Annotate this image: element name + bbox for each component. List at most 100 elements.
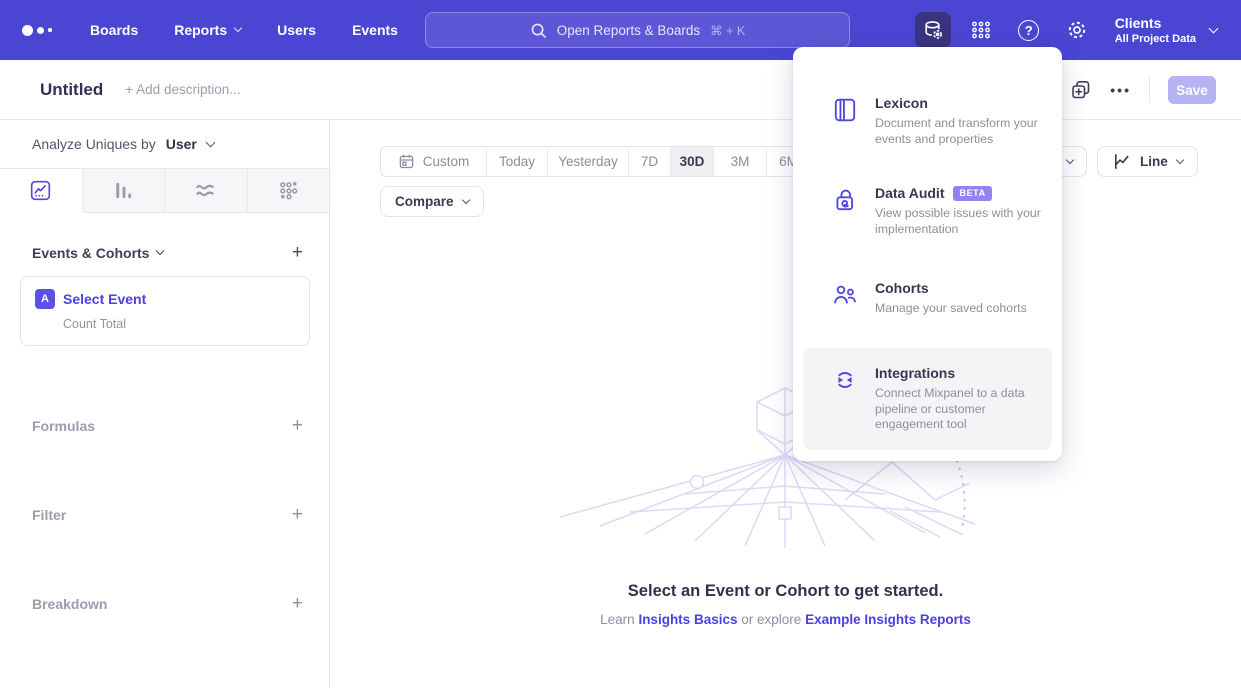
nav-item-users[interactable]: Users [277, 22, 316, 38]
segment-label: 3M [731, 154, 750, 169]
menu-item-lexicon[interactable]: Lexicon Document and transform your even… [803, 85, 1052, 157]
menu-item-title: Cohorts [875, 280, 929, 296]
compare-label: Compare [395, 194, 454, 209]
menu-item-title: Lexicon [875, 95, 928, 111]
nav-item-label: Users [277, 22, 316, 38]
nav-item-events[interactable]: Events [352, 22, 398, 38]
segment-yesterday[interactable]: Yesterday [547, 147, 628, 176]
header-divider [1149, 77, 1150, 103]
dot-grid-tab-icon [277, 179, 300, 202]
add-description-field[interactable]: + Add description... [125, 82, 240, 97]
section-label: Breakdown [32, 596, 107, 612]
data-audit-icon [832, 187, 858, 213]
report-header-actions: ••• Save [1070, 60, 1216, 120]
data-tools-dropdown-panel: Lexicon Document and transform your even… [793, 47, 1062, 461]
tab-insights-line[interactable] [0, 169, 83, 213]
app-root: Boards Reports Users Events Open Reports… [0, 0, 1241, 688]
formulas-section: Formulas + [0, 416, 329, 435]
menu-item-integrations[interactable]: Integrations Connect Mixpanel to a data … [803, 348, 1052, 450]
example-reports-link[interactable]: Example Insights Reports [805, 612, 971, 627]
beta-badge: BETA [953, 186, 991, 201]
insights-basics-link[interactable]: Insights Basics [638, 612, 737, 627]
chevron-down-icon [156, 246, 164, 254]
line-chart-tab-icon [29, 179, 52, 202]
bar-chart-tab-icon [112, 179, 135, 202]
menu-item-data-audit[interactable]: Data Audit BETA View possible issues wit… [803, 175, 1052, 247]
project-scope: All Project Data [1115, 32, 1196, 46]
event-row-card[interactable]: A Select Event Count Total [20, 276, 310, 346]
save-button[interactable]: Save [1168, 76, 1216, 104]
menu-item-description: View possible issues with your implement… [875, 206, 1065, 237]
segment-custom[interactable]: Custom [381, 147, 486, 176]
lexicon-book-icon [832, 97, 858, 123]
analyze-label: Analyze Uniques by [32, 136, 156, 152]
menu-item-description: Document and transform your events and p… [875, 116, 1047, 147]
menu-item-title: Data Audit [875, 185, 944, 201]
mixpanel-logo-icon[interactable] [22, 25, 68, 36]
data-management-button[interactable] [915, 12, 951, 48]
event-measure-dropdown[interactable]: Count Total [63, 317, 295, 331]
tab-bar-chart[interactable] [83, 169, 166, 213]
chevron-down-icon [234, 24, 242, 32]
apps-grid-icon [969, 18, 993, 42]
breakdown-section: Breakdown + [0, 594, 329, 613]
add-event-button[interactable]: + [292, 243, 303, 262]
search-placeholder: Open Reports & Boards [557, 23, 700, 38]
project-selector[interactable]: Clients All Project Data [1115, 15, 1217, 46]
help-button[interactable]: ? [1011, 12, 1047, 48]
chevron-down-icon [1209, 23, 1219, 33]
settings-button[interactable] [1059, 12, 1095, 48]
chevron-down-icon [461, 195, 469, 203]
menu-item-description: Manage your saved cohorts [875, 301, 1065, 317]
gear-icon [1065, 18, 1089, 42]
search-icon [530, 22, 547, 39]
explore-text: or explore [741, 612, 801, 627]
menu-item-description: Connect Mixpanel to a data pipeline or c… [875, 386, 1047, 433]
tab-flow-chart[interactable] [165, 169, 248, 213]
help-icon: ? [1018, 20, 1039, 41]
report-title[interactable]: Untitled [40, 80, 103, 100]
chart-type-label: Line [1140, 154, 1168, 169]
menu-item-cohorts[interactable]: Cohorts Manage your saved cohorts [803, 270, 1052, 327]
primary-nav: Boards Reports Users Events [90, 22, 398, 38]
filter-section: Filter + [0, 505, 329, 524]
search-shortcut: ⌘ + K [710, 23, 745, 38]
help-glyph: ? [1025, 23, 1033, 38]
segment-label: Custom [423, 154, 470, 169]
menu-item-title: Integrations [875, 365, 955, 381]
nav-item-reports[interactable]: Reports [174, 22, 241, 38]
database-gear-icon [921, 18, 945, 42]
add-filter-button[interactable]: + [292, 505, 303, 524]
more-options-button[interactable]: ••• [1110, 82, 1131, 98]
project-name: Clients [1115, 15, 1196, 32]
events-cohorts-header[interactable]: Events & Cohorts [32, 245, 163, 261]
global-search-input[interactable]: Open Reports & Boards ⌘ + K [425, 12, 850, 48]
chart-type-button[interactable]: Line [1097, 146, 1198, 177]
tab-retention-grid[interactable] [248, 169, 330, 213]
date-range-segmented-control: Custom Today Yesterday 7D 30D 3M 6M [380, 146, 811, 177]
add-formula-button[interactable]: + [292, 416, 303, 435]
chevron-down-icon [1176, 155, 1184, 163]
flow-tab-icon [194, 179, 217, 202]
chevron-down-icon [1066, 155, 1074, 163]
segment-30d[interactable]: 30D [670, 147, 713, 176]
add-breakdown-button[interactable]: + [292, 594, 303, 613]
select-event-link[interactable]: Select Event [63, 291, 146, 307]
section-label: Events & Cohorts [32, 245, 149, 261]
nav-item-boards[interactable]: Boards [90, 22, 138, 38]
cohorts-people-icon [832, 282, 858, 308]
nav-item-label: Boards [90, 22, 138, 38]
compare-button[interactable]: Compare [380, 186, 484, 217]
empty-state-title: Select an Event or Cohort to get started… [330, 582, 1241, 601]
nav-item-label: Events [352, 22, 398, 38]
segment-7d[interactable]: 7D [628, 147, 670, 176]
analyze-value-dropdown[interactable]: User [166, 136, 197, 152]
duplicate-icon[interactable] [1070, 79, 1092, 101]
apps-grid-button[interactable] [963, 12, 999, 48]
segment-today[interactable]: Today [486, 147, 547, 176]
segment-3m[interactable]: 3M [713, 147, 766, 176]
query-sidebar: Analyze Uniques by User [0, 120, 330, 688]
nav-item-label: Reports [174, 22, 227, 38]
segment-label: Today [499, 154, 535, 169]
integrations-sync-icon [832, 367, 858, 393]
